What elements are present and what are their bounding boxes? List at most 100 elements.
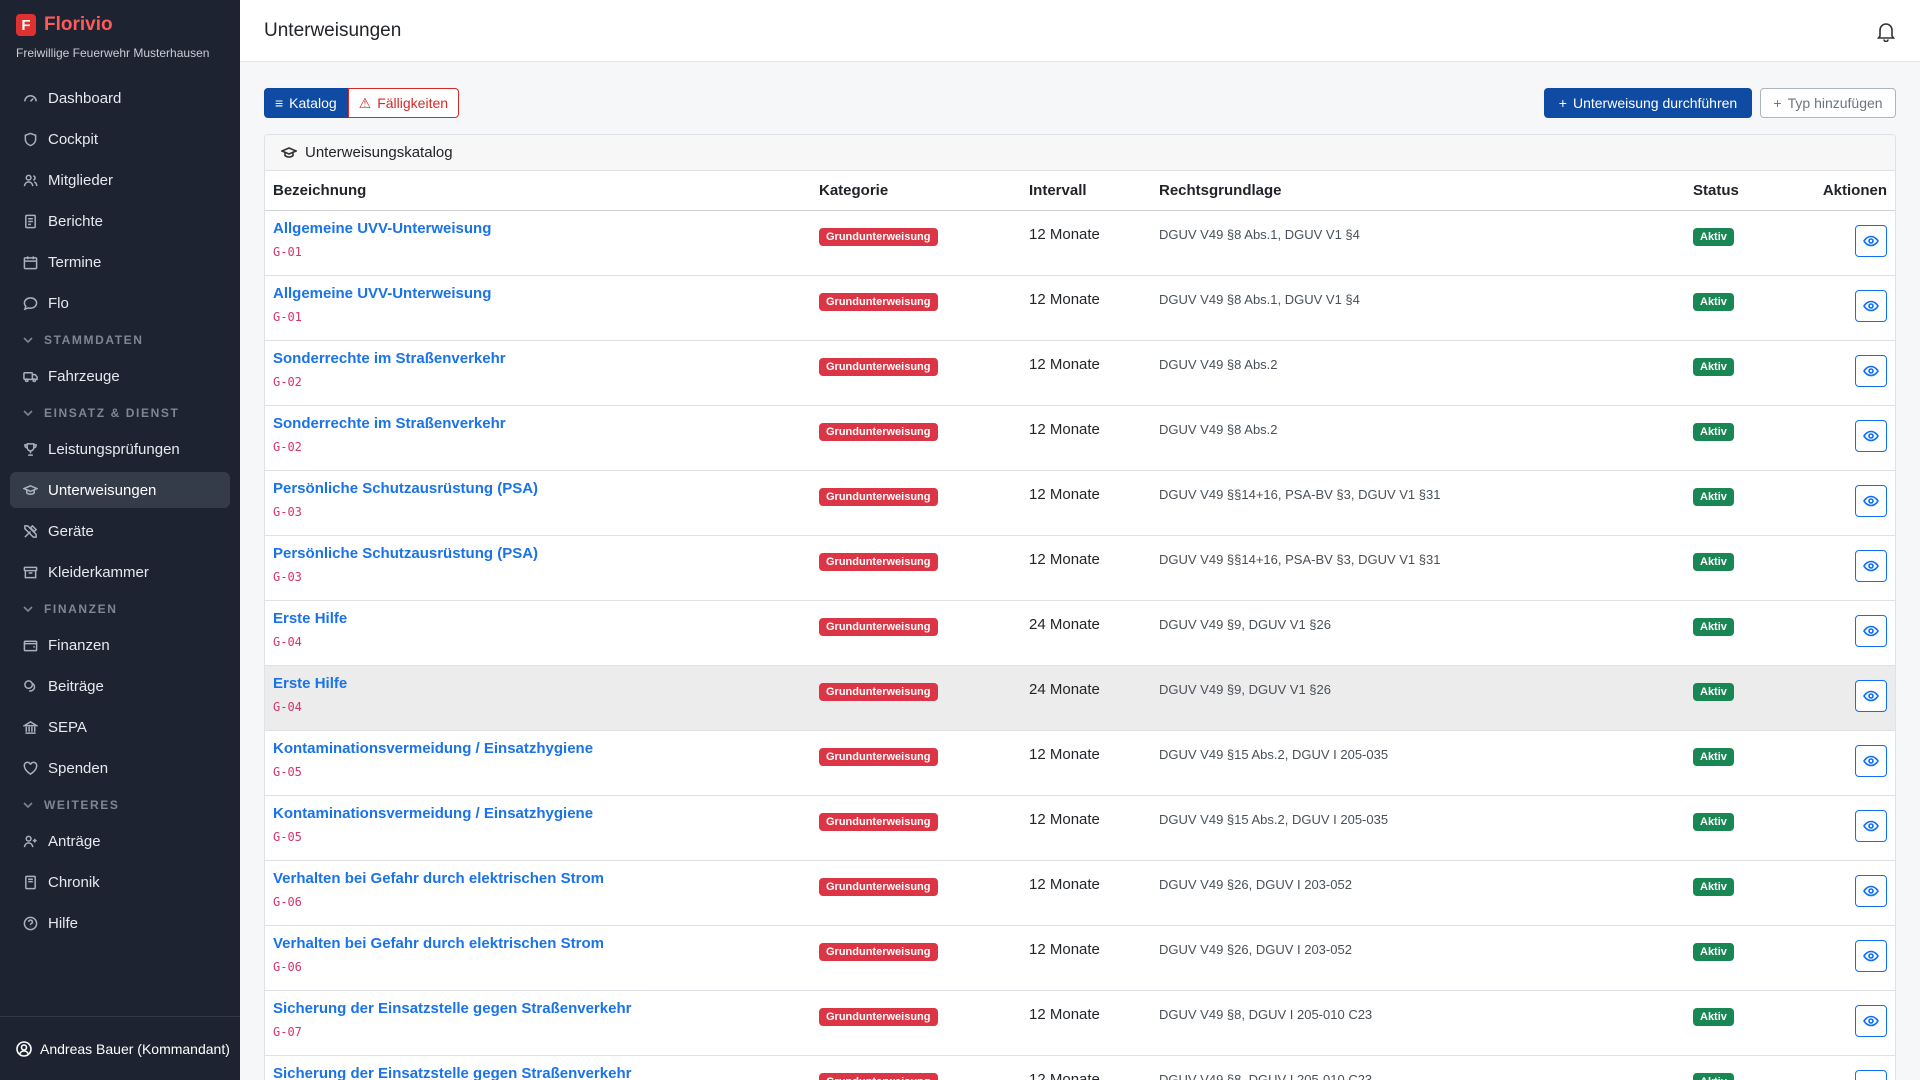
card-title: Unterweisungskatalog [305, 144, 453, 161]
sidebar-item-spenden[interactable]: Spenden [10, 750, 230, 786]
sidebar-item-termine[interactable]: Termine [10, 244, 230, 280]
sidebar-item-mitglieder[interactable]: Mitglieder [10, 162, 230, 198]
instruction-name-link[interactable]: Sonderrechte im Straßenverkehr [273, 415, 506, 432]
header-actions: Aktionen [1822, 182, 1887, 199]
view-button[interactable] [1855, 940, 1887, 972]
user-circle-icon [16, 1040, 32, 1057]
sidebar-item-dashboard[interactable]: Dashboard [10, 80, 230, 116]
status-badge: Aktiv [1693, 293, 1734, 311]
sidebar-item-anträge[interactable]: Anträge [10, 823, 230, 859]
instruction-name-link[interactable]: Erste Hilfe [273, 675, 347, 692]
sidebar-item-label: Termine [48, 253, 102, 271]
view-button[interactable] [1855, 290, 1887, 322]
view-button[interactable] [1855, 1005, 1887, 1037]
instruction-code: G-07 [273, 1025, 302, 1039]
sidebar-item-chronik[interactable]: Chronik [10, 864, 230, 900]
view-button[interactable] [1855, 420, 1887, 452]
category-badge: Grundunterweisung [819, 553, 938, 571]
instruction-name-link[interactable]: Sicherung der Einsatzstelle gegen Straße… [273, 1000, 631, 1017]
gauge-icon [22, 90, 38, 106]
instruction-name-link[interactable]: Persönliche Schutzausrüstung (PSA) [273, 480, 538, 497]
view-button[interactable] [1855, 680, 1887, 712]
instruction-name-link[interactable]: Kontaminationsvermeidung / Einsatzhygien… [273, 805, 593, 822]
view-button[interactable] [1855, 355, 1887, 387]
tab-faelligkeiten-label: Fälligkeiten [377, 95, 449, 111]
nav-section-header[interactable]: STAMMDATEN [10, 326, 230, 354]
table-row: Erste Hilfe G-04 Grundunterweisung 24 Monat… [265, 601, 1895, 666]
sidebar-item-leistungsprüfungen[interactable]: Leistungsprüfungen [10, 431, 230, 467]
sidebar-item-fahrzeuge[interactable]: Fahrzeuge [10, 358, 230, 394]
sidebar-item-label: Finanzen [48, 636, 110, 654]
interval-value: 12 Monate [1029, 746, 1100, 763]
header-status: Status [1693, 182, 1739, 199]
chat-icon [22, 295, 38, 311]
table-row: Sicherung der Einsatzstelle gegen Straße… [265, 991, 1895, 1056]
shield-icon [22, 131, 38, 147]
user-menu[interactable]: Andreas Bauer (Kommandant) [0, 1016, 240, 1080]
view-button[interactable] [1855, 810, 1887, 842]
view-button[interactable] [1855, 485, 1887, 517]
category-badge: Grundunterweisung [819, 358, 938, 376]
tab-faelligkeiten[interactable]: ⚠ Fälligkeiten [347, 88, 460, 118]
perform-instruction-button[interactable]: + Unterweisung durchführen [1544, 88, 1752, 118]
eye-icon [1863, 950, 1879, 962]
category-badge: Grundunterweisung [819, 683, 938, 701]
sidebar-nav: Dashboard Cockpit Mitglieder Berichte Termin… [10, 80, 230, 946]
sidebar-item-label: Anträge [48, 832, 101, 850]
nav-section-title: FINANZEN [44, 602, 118, 616]
sidebar-item-hilfe[interactable]: Hilfe [10, 905, 230, 941]
instruction-name-link[interactable]: Verhalten bei Gefahr durch elektrischen … [273, 935, 604, 952]
tab-katalog[interactable]: ≡ Katalog [264, 88, 348, 118]
table-row: Verhalten bei Gefahr durch elektrischen … [265, 861, 1895, 926]
law-value: DGUV V49 §8, DGUV I 205-010 C23 [1159, 1072, 1373, 1080]
sidebar-item-flo[interactable]: Flo [10, 285, 230, 321]
sidebar-item-kleiderkammer[interactable]: Kleiderkammer [10, 554, 230, 590]
sidebar-item-label: Mitglieder [48, 171, 114, 189]
sidebar-item-finanzen[interactable]: Finanzen [10, 627, 230, 663]
instruction-name-link[interactable]: Persönliche Schutzausrüstung (PSA) [273, 545, 538, 562]
law-value: DGUV V49 §8 Abs.1, DGUV V1 §4 [1159, 292, 1360, 307]
view-button[interactable] [1855, 875, 1887, 907]
mortarboard-icon [281, 146, 297, 158]
chevron-down-icon [23, 802, 33, 809]
status-badge: Aktiv [1693, 553, 1734, 571]
interval-value: 12 Monate [1029, 421, 1100, 438]
nav-section-header[interactable]: WEITERES [10, 791, 230, 819]
view-button[interactable] [1855, 550, 1887, 582]
instruction-code: G-04 [273, 635, 302, 649]
instruction-name-link[interactable]: Kontaminationsvermeidung / Einsatzhygien… [273, 740, 593, 757]
sidebar-item-geräte[interactable]: Geräte [10, 513, 230, 549]
category-badge: Grundunterweisung [819, 748, 938, 766]
instruction-name-link[interactable]: Allgemeine UVV-Unterweisung [273, 285, 491, 302]
brand[interactable]: F Florivio [16, 14, 113, 36]
nav-section-header[interactable]: EINSATZ & DIENST [10, 399, 230, 427]
view-button[interactable] [1855, 745, 1887, 777]
eye-icon [1863, 820, 1879, 832]
nav-section-header[interactable]: FINANZEN [10, 595, 230, 623]
sidebar-item-sepa[interactable]: SEPA [10, 709, 230, 745]
instruction-name-link[interactable]: Allgemeine UVV-Unterweisung [273, 220, 491, 237]
mortarboard-icon [22, 482, 38, 498]
instruction-code: G-01 [273, 245, 302, 259]
sidebar-item-cockpit[interactable]: Cockpit [10, 121, 230, 157]
view-button[interactable] [1855, 1070, 1887, 1080]
view-button[interactable] [1855, 615, 1887, 647]
catalog-card: Unterweisungskatalog Bezeichnung Kategor… [264, 134, 1896, 1080]
sidebar-item-beiträge[interactable]: Beiträge [10, 668, 230, 704]
view-button[interactable] [1855, 225, 1887, 257]
sidebar-item-unterweisungen[interactable]: Unterweisungen [10, 472, 230, 508]
instruction-code: G-06 [273, 895, 302, 909]
eye-icon [1863, 300, 1879, 312]
add-type-button[interactable]: + Typ hinzufügen [1760, 88, 1896, 118]
instruction-name-link[interactable]: Erste Hilfe [273, 610, 347, 627]
instruction-name-link[interactable]: Sicherung der Einsatzstelle gegen Straße… [273, 1065, 631, 1080]
status-badge: Aktiv [1693, 748, 1734, 766]
instruction-name-link[interactable]: Sonderrechte im Straßenverkehr [273, 350, 506, 367]
sidebar-item-berichte[interactable]: Berichte [10, 203, 230, 239]
table-header: Bezeichnung Kategorie Intervall Rechtsgr… [265, 171, 1895, 211]
instruction-name-link[interactable]: Verhalten bei Gefahr durch elektrischen … [273, 870, 604, 887]
name-cell: Erste Hilfe G-04 [273, 610, 347, 649]
law-value: DGUV V49 §9, DGUV V1 §26 [1159, 617, 1331, 632]
notifications-button[interactable] [1876, 20, 1896, 43]
name-cell: Kontaminationsvermeidung / Einsatzhygien… [273, 740, 593, 779]
